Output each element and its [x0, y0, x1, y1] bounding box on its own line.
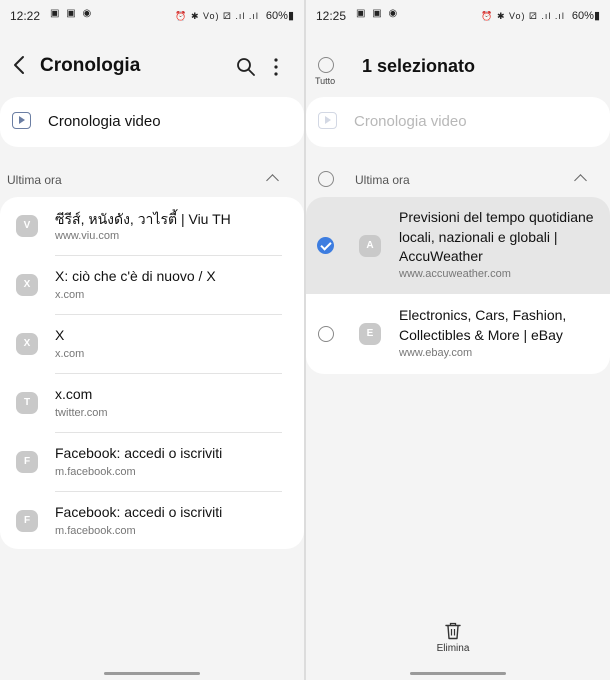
gesture-bar[interactable]	[410, 672, 506, 675]
status-time: 12:25	[316, 9, 347, 23]
checked-checkbox-icon[interactable]	[317, 237, 334, 254]
history-item-url: twitter.com	[55, 407, 108, 419]
video-history-label: Cronologia video	[48, 113, 161, 130]
more-options-icon[interactable]	[270, 56, 282, 78]
system-icons: ⏰ ✱ Vo) ⚂ .ıl .ıl 60%▮	[481, 9, 600, 22]
back-arrow-icon[interactable]	[10, 52, 30, 78]
history-item[interactable]: V ซีรีส์, หนังดัง, วาไรตี้ | Viu TH www.…	[0, 197, 304, 256]
gesture-bar[interactable]	[104, 672, 200, 675]
page-title: Cronologia	[40, 55, 141, 76]
section-header: Ultima ora	[7, 173, 62, 187]
video-play-icon	[12, 112, 31, 129]
site-favicon: X	[16, 274, 38, 296]
site-favicon: F	[16, 510, 38, 532]
history-item-url: www.viu.com	[55, 230, 120, 242]
history-item-url: www.ebay.com	[399, 347, 473, 359]
history-screen: 12:22 ▣ ▣ ◉ ⏰ ✱ Vo) ⚂ .ıl .ıl 60%▮ Crono…	[0, 0, 304, 680]
history-item[interactable]: E Electronics, Cars, Fashion, Collectibl…	[306, 294, 610, 374]
history-item-title: Electronics, Cars, Fashion, Collectibles…	[399, 307, 567, 343]
history-item-title: ซีรีส์, หนังดัง, วาไรตี้ | Viu TH	[55, 211, 231, 227]
system-icons: ⏰ ✱ Vo) ⚂ .ıl .ıl 60%▮	[175, 9, 294, 22]
history-item-url: x.com	[55, 289, 85, 301]
history-item-title: X	[55, 327, 65, 343]
history-item-title: Facebook: accedi o iscriviti	[55, 504, 223, 520]
history-item-title: x.com	[55, 386, 93, 402]
item-checkbox[interactable]	[318, 326, 334, 342]
site-favicon: E	[359, 323, 381, 345]
status-bar: 12:25 ▣ ▣ ◉ ⏰ ✱ Vo) ⚂ .ıl .ıl 60%▮	[306, 0, 610, 30]
history-item-url: x.com	[55, 348, 85, 360]
site-favicon: A	[359, 235, 381, 257]
history-item-title: Previsioni del tempo quotidiane locali, …	[399, 209, 594, 264]
signal-icons: ⏰ ✱ Vo) ⚂ .ıl .ıl	[481, 11, 565, 21]
video-play-icon	[318, 112, 337, 129]
status-bar: 12:22 ▣ ▣ ◉ ⏰ ✱ Vo) ⚂ .ıl .ıl 60%▮	[0, 0, 304, 30]
history-item-title: Facebook: accedi o iscriviti	[55, 445, 223, 461]
site-favicon: X	[16, 333, 38, 355]
status-time: 12:22	[10, 9, 41, 23]
history-item[interactable]: X X x.com	[0, 315, 304, 374]
trash-icon	[445, 622, 461, 640]
battery-level: 60%▮	[571, 10, 600, 22]
selection-count-title: 1 selezionato	[362, 56, 476, 76]
history-item[interactable]: F Facebook: accedi o iscriviti m.faceboo…	[0, 492, 304, 551]
select-all-checkbox[interactable]	[318, 57, 334, 73]
signal-icons: ⏰ ✱ Vo) ⚂ .ıl .ıl	[175, 11, 259, 21]
collapse-chevron-icon[interactable]	[266, 174, 279, 187]
history-item-url: m.facebook.com	[55, 466, 136, 478]
site-favicon: F	[16, 451, 38, 473]
history-item-url: m.facebook.com	[55, 525, 136, 537]
history-item-title: X: ciò che c'è di nuovo / X	[55, 268, 216, 284]
section-header: Ultima ora	[355, 173, 410, 187]
video-history-row: Cronologia video	[306, 97, 610, 147]
history-list: V ซีรีส์, หนังดัง, วาไรตี้ | Viu TH www.…	[0, 197, 304, 549]
select-all-label: Tutto	[315, 76, 336, 86]
history-item[interactable]: T x.com twitter.com	[0, 374, 304, 433]
video-history-label: Cronologia video	[354, 113, 467, 130]
delete-label: Elimina	[436, 643, 470, 654]
section-select-checkbox[interactable]	[318, 171, 334, 187]
battery-level: 60%▮	[265, 10, 294, 22]
site-favicon: T	[16, 392, 38, 414]
history-item[interactable]: X X: ciò che c'è di nuovo / X x.com	[0, 256, 304, 315]
delete-button[interactable]: Elimina	[430, 622, 476, 662]
notification-icons: ▣ ▣ ◉	[356, 8, 400, 19]
site-favicon: V	[16, 215, 38, 237]
search-icon[interactable]	[236, 57, 256, 77]
history-item[interactable]: F Facebook: accedi o iscriviti m.faceboo…	[0, 433, 304, 492]
collapse-chevron-icon[interactable]	[574, 174, 587, 187]
history-item-selected[interactable]: A Previsioni del tempo quotidiane locali…	[306, 197, 610, 294]
selection-screen: 12:25 ▣ ▣ ◉ ⏰ ✱ Vo) ⚂ .ıl .ıl 60%▮ Tutto…	[306, 0, 610, 680]
notification-icons: ▣ ▣ ◉	[50, 8, 94, 19]
video-history-row[interactable]: Cronologia video	[0, 97, 304, 147]
history-item-url: www.accuweather.com	[399, 268, 511, 280]
